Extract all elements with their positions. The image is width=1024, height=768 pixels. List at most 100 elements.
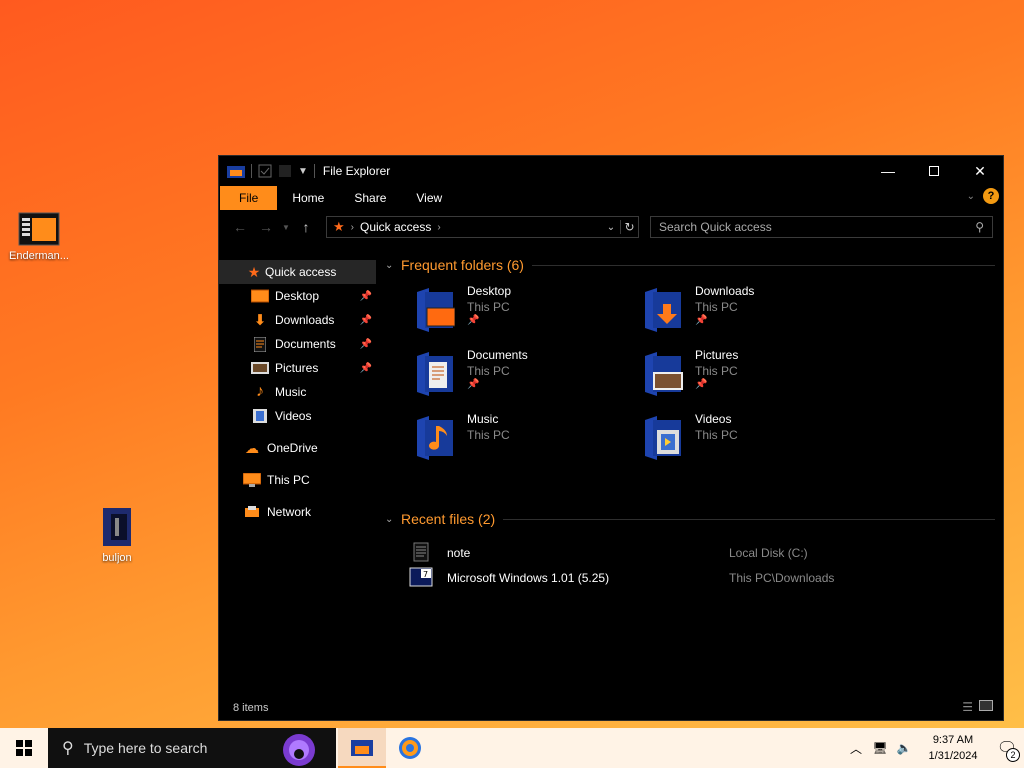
pictures-icon — [251, 360, 269, 376]
recent-file-row[interactable]: note Local Disk (C:) — [385, 540, 995, 565]
close-icon: ✕ — [974, 162, 986, 179]
address-bar[interactable]: ★ › Quick access › ⌄ ↻ — [326, 216, 639, 238]
expand-ribbon-chevron-icon[interactable]: ⌄ — [967, 191, 975, 202]
sidebar-item-desktop[interactable]: Desktop 📌 — [219, 284, 376, 308]
sidebar-item-documents[interactable]: Documents 📌 — [219, 332, 376, 356]
sidebar-item-this-pc[interactable]: This PC — [219, 468, 376, 492]
volume-muted-icon[interactable]: 🔈 — [892, 741, 916, 755]
pin-icon[interactable]: 📌 — [360, 315, 372, 326]
folder-tile-documents[interactable]: Documents This PC 📌 — [385, 346, 605, 406]
breadcrumb-separator-icon[interactable]: › — [351, 222, 354, 233]
search-highlight-art-icon — [262, 728, 336, 768]
minimize-icon: — — [881, 163, 895, 179]
file-name: note — [447, 545, 471, 560]
desktop-icon-buljon[interactable]: buljon — [79, 506, 155, 564]
sidebar-item-pictures[interactable]: Pictures 📌 — [219, 356, 376, 380]
sidebar-item-label: Videos — [275, 409, 312, 423]
pin-icon[interactable]: 📌 — [360, 291, 372, 302]
music-note-icon: ♪ — [256, 383, 264, 400]
desktop-folder-icon — [251, 288, 269, 304]
file-explorer-window: ▼ File Explorer — ✕ File Home Share View… — [218, 155, 1004, 721]
folder-name: Pictures — [695, 348, 739, 362]
taskbar-search-box[interactable]: ⚲ Type here to search — [48, 728, 336, 768]
customize-toolbar-chevron-icon[interactable]: ▼ — [298, 166, 308, 177]
documents-icon — [251, 336, 269, 352]
group-title: Recent files (2) — [401, 511, 496, 527]
cloud-icon: ☁ — [245, 439, 259, 456]
new-folder-icon[interactable] — [278, 164, 292, 178]
sidebar-item-music[interactable]: ♪ Music — [219, 380, 376, 404]
recent-locations-chevron-icon[interactable]: ▼ — [279, 223, 293, 232]
maximize-button[interactable] — [911, 156, 957, 186]
sidebar-item-label: Network — [267, 505, 312, 519]
folder-tile-downloads[interactable]: Downloads This PC 📌 — [613, 282, 833, 342]
folder-tile-pictures[interactable]: Pictures This PC 📌 — [613, 346, 833, 406]
pin-icon[interactable]: 📌 — [467, 315, 479, 326]
star-icon: ★ — [333, 219, 345, 234]
sidebar-item-network[interactable]: Network — [219, 500, 376, 524]
help-icon[interactable]: ? — [983, 188, 999, 204]
start-button[interactable] — [0, 728, 48, 768]
details-view-icon[interactable]: ☰ — [962, 700, 973, 714]
pin-icon[interactable]: 📌 — [360, 339, 372, 350]
taskbar-browser[interactable] — [386, 728, 434, 768]
frequent-folders-header[interactable]: ⌄ Frequent folders (6) — [385, 254, 995, 276]
folder-tile-videos[interactable]: Videos This PC — [613, 410, 833, 470]
tab-home[interactable]: Home — [277, 186, 339, 210]
breadcrumb-separator-icon[interactable]: › — [437, 222, 440, 233]
action-center-button[interactable]: 🗨 2 — [990, 728, 1024, 768]
forward-arrow-icon[interactable]: → — [253, 219, 279, 235]
search-box[interactable]: Search Quick access ⚲ — [650, 216, 993, 238]
folder-location: This PC — [467, 428, 510, 442]
back-arrow-icon[interactable]: ← — [227, 219, 253, 235]
pin-icon[interactable]: 📌 — [360, 363, 372, 374]
close-button[interactable]: ✕ — [957, 156, 1003, 186]
desktop-folder-icon — [417, 288, 455, 332]
text-file-icon — [413, 542, 429, 562]
sidebar-item-onedrive[interactable]: ☁ OneDrive — [219, 436, 376, 460]
music-folder-icon — [417, 416, 453, 460]
address-dropdown-chevron-icon[interactable]: ⌄ — [602, 222, 620, 233]
folder-tile-music[interactable]: Music This PC — [385, 410, 605, 470]
taskbar-file-explorer[interactable] — [338, 728, 386, 768]
collapse-chevron-icon[interactable]: ⌄ — [385, 514, 401, 525]
sidebar-item-downloads[interactable]: ⬇ Downloads 📌 — [219, 308, 376, 332]
title-bar[interactable]: ▼ File Explorer — ✕ — [219, 156, 1003, 186]
recent-files-header[interactable]: ⌄ Recent files (2) — [385, 508, 995, 530]
group-divider — [503, 518, 995, 520]
pin-icon[interactable]: 📌 — [695, 379, 707, 390]
notification-badge: 2 — [1006, 748, 1020, 762]
sidebar-item-quick-access[interactable]: ★ Quick access — [219, 260, 376, 284]
collapse-chevron-icon[interactable]: ⌄ — [385, 260, 401, 271]
properties-icon[interactable] — [258, 164, 272, 178]
downloads-arrow-icon: ⬇ — [253, 312, 267, 329]
folder-name: Music — [467, 412, 499, 426]
status-item-count: 8 items — [233, 702, 269, 714]
tab-file[interactable]: File — [220, 186, 278, 210]
recent-files-list: note Local Disk (C:) 7 Microsoft Windows… — [385, 540, 995, 590]
recent-file-row[interactable]: 7 Microsoft Windows 1.01 (5.25) This PC\… — [385, 565, 995, 590]
windows-logo-icon — [16, 740, 32, 756]
tab-view[interactable]: View — [401, 186, 457, 210]
window-title: File Explorer — [322, 164, 391, 178]
folder-tile-desktop[interactable]: Desktop This PC 📌 — [385, 282, 605, 342]
network-status-icon[interactable]: 🖥 — [868, 741, 892, 755]
sidebar-item-label: Documents — [275, 337, 336, 351]
show-hidden-icons-chevron-icon[interactable]: ︿ — [844, 740, 868, 757]
tab-share[interactable]: Share — [339, 186, 401, 210]
pin-icon[interactable]: 📌 — [467, 379, 479, 390]
taskbar-clock[interactable]: 9:37 AM 1/31/2024 — [916, 732, 990, 764]
pin-icon[interactable]: 📌 — [695, 315, 707, 326]
sidebar-item-videos[interactable]: Videos — [219, 404, 376, 428]
toolbar-separator — [251, 164, 252, 178]
file-location: Local Disk (C:) — [729, 545, 808, 560]
large-icons-view-icon[interactable] — [979, 700, 993, 711]
svg-text:7: 7 — [423, 570, 428, 579]
file-location: This PC\Downloads — [729, 570, 835, 585]
minimize-button[interactable]: — — [865, 156, 911, 186]
refresh-icon[interactable]: ↻ — [620, 220, 638, 234]
computer-icon — [243, 472, 261, 488]
breadcrumb-quick-access[interactable]: Quick access — [360, 220, 431, 234]
up-arrow-icon[interactable]: ↑ — [293, 219, 319, 235]
desktop-icon-enderman[interactable]: Enderman... — [1, 212, 77, 262]
